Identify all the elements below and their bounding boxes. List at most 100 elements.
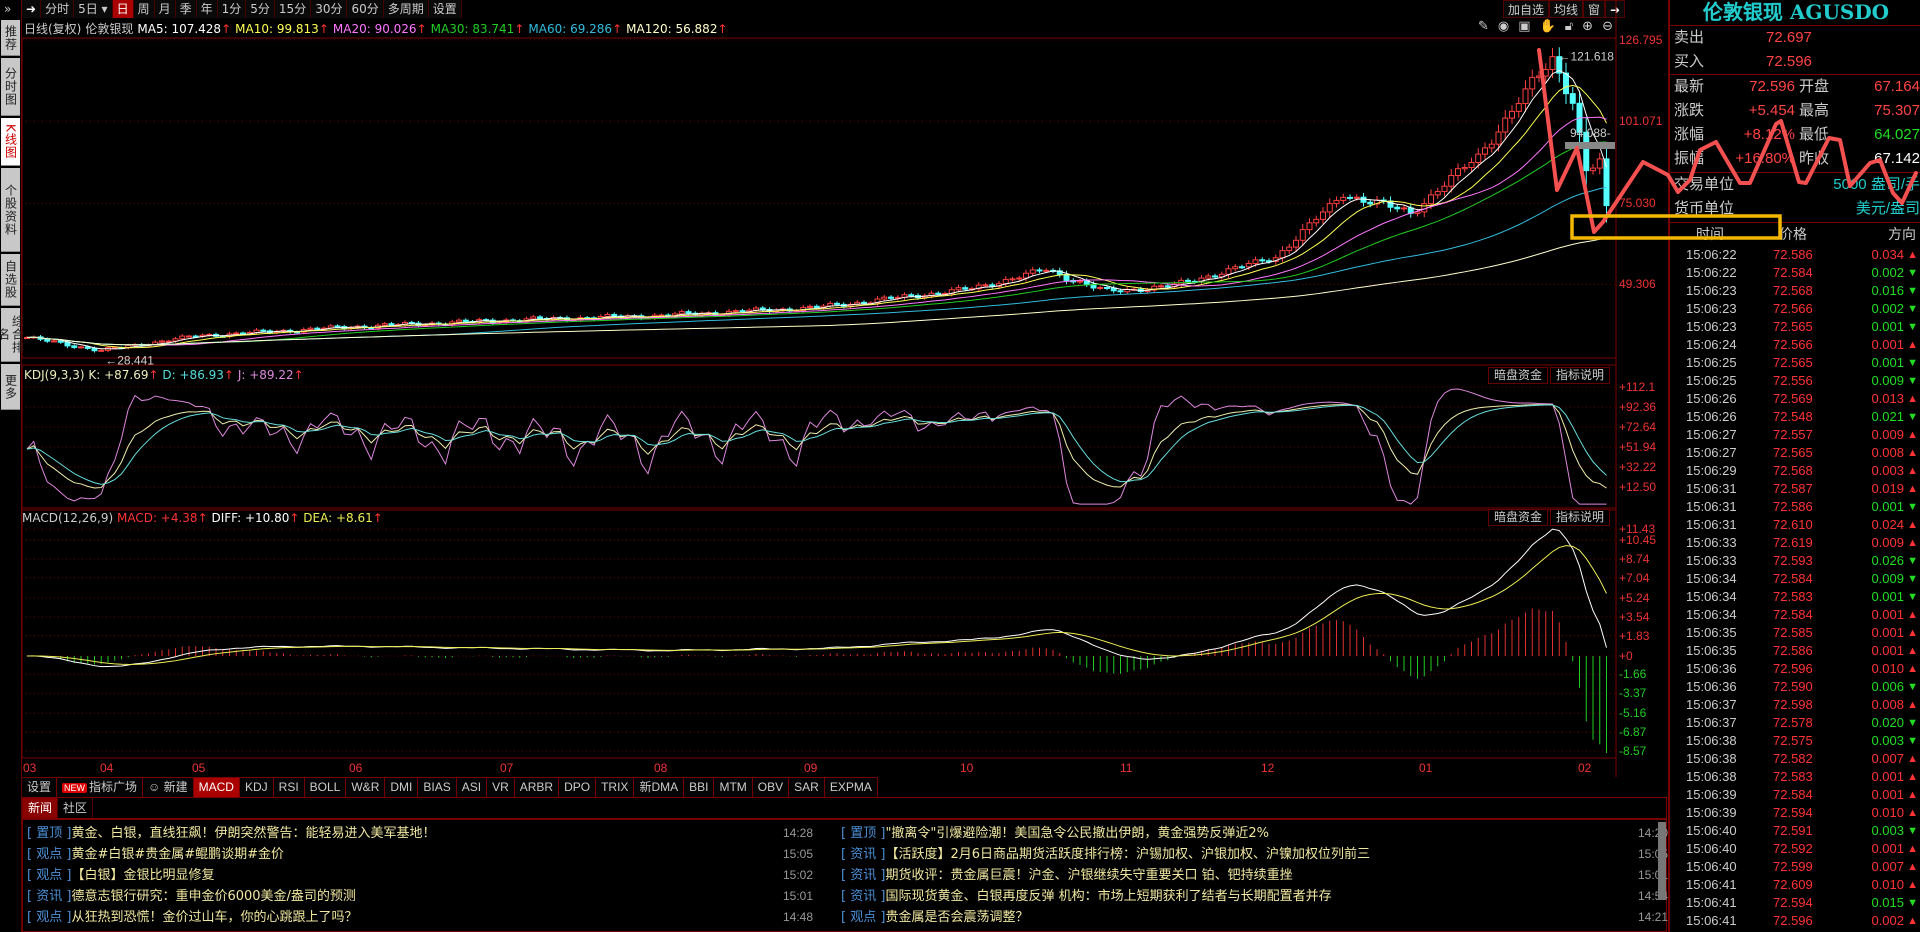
tick-volume: 0.001 [1871, 787, 1904, 802]
indicator-tab[interactable]: DMI [385, 778, 419, 797]
news-time: 14:21 [1638, 910, 1669, 924]
tick-time: 15:06:40 [1686, 859, 1737, 874]
indicator-tab[interactable]: DPO [559, 778, 597, 797]
tick-time: 15:06:25 [1686, 373, 1737, 388]
indicator-tab[interactable]: 新DMA [634, 778, 685, 797]
tick-price: 72.568 [1773, 283, 1813, 298]
tick-row: 15:06:25 72.556 0.009 ▼ [1672, 372, 1920, 390]
indicator-explain-button-macd[interactable]: 指标说明 [1550, 509, 1611, 526]
indicator-tab[interactable]: MTM [714, 778, 753, 797]
tick-time: 15:06:34 [1686, 589, 1737, 604]
dark-money-button-macd[interactable]: 暗盘资金 [1488, 509, 1549, 526]
indicator-tab[interactable]: BBI [684, 778, 715, 797]
tick-time: 15:06:36 [1686, 679, 1737, 694]
indicator-square-label: 指标广场 [89, 780, 138, 794]
candle-body [962, 287, 969, 290]
candle-body [1104, 286, 1110, 289]
indicator-tab[interactable]: RSI [273, 778, 305, 797]
month-label: 08 [654, 761, 668, 775]
candle-body [1434, 191, 1441, 196]
indicator-settings-tab[interactable]: 设置 [22, 778, 58, 797]
month-label: 06 [349, 761, 363, 775]
indicator-tab[interactable]: BOLL [304, 778, 347, 797]
tick-volume: 0.008 [1871, 445, 1904, 460]
news-item[interactable]: [ 资讯 ]德意志银行研究：重申金价6000美金/盎司的预测 [27, 887, 356, 907]
tick-price: 72.575 [1773, 733, 1813, 748]
macd-dea: DEA: +8.61 [303, 511, 373, 525]
tick-row: 15:06:40 72.599 0.007 ▲ [1672, 858, 1920, 876]
create-label: 新建 [163, 780, 188, 794]
tick-volume: 0.020 [1871, 715, 1904, 730]
news-item[interactable]: [ 资讯 ]【活跃度】2月6日商品期货活跃度排行榜：沪锡加权、沪银加权、沪镍加权… [841, 845, 1370, 865]
arrow-down-icon: ▼ [1907, 573, 1918, 585]
candle-body [1097, 286, 1104, 289]
candle-body [1185, 279, 1191, 282]
macd-axis-label: -3.37 [1619, 686, 1647, 701]
kdj-d: D: +86.93 [162, 368, 224, 382]
tab-community[interactable]: 社区 [58, 798, 94, 818]
kdj-axis-label: +32.22 [1619, 460, 1657, 474]
indicator-square-tab[interactable]: NEW 指标广场 [57, 778, 144, 797]
indicator-tab[interactable]: VR [487, 778, 515, 797]
indicator-tab[interactable]: ASI [456, 778, 488, 797]
tick-time: 15:06:36 [1686, 661, 1737, 676]
kdj-axis-label: +92.36 [1619, 400, 1657, 414]
candle-body [611, 313, 618, 317]
news-item[interactable]: [ 置顶 ]"撤离令"引爆避险潮！美国急令公民撤出伊朗，黄金强势反弹近2% [841, 824, 1269, 844]
news-item[interactable]: [ 观点 ]黄金#白银#贵金属#鲲鹏谈期#金价 [27, 845, 284, 865]
news-item[interactable]: [ 资讯 ]国际现货黄金、白银再度反弹 机构：市场上短期获利了结者与长期配置者并… [841, 887, 1332, 907]
indicator-tab[interactable]: MACD [193, 778, 240, 797]
indicator-tab[interactable]: KDJ [239, 778, 274, 797]
news-list: [ 置顶 ]黄金、白银，直线狂飙！伊朗突然警告：能轻易进入美军基地！ 14:28 [… [22, 819, 1669, 932]
news-item[interactable]: [ 观点 ]【白银】金银比明显修复 [27, 866, 214, 886]
candle-body [1529, 76, 1536, 90]
news-title: "撤离令"引爆避险潮！美国急令公民撤出伊朗，黄金强势反弹近2% [885, 826, 1270, 841]
tick-price: 72.582 [1773, 751, 1813, 766]
tick-price: 72.619 [1773, 535, 1813, 550]
candle-body [1279, 250, 1286, 259]
indicator-tab[interactable]: SAR [789, 778, 825, 797]
candle-body [834, 302, 840, 305]
macd-axis-label: +3.54 [1619, 609, 1650, 624]
news-item[interactable]: [ 观点 ]从狂热到恐慌！金价过山车，你的心跳跟上了吗？ [27, 908, 357, 928]
create-indicator-tab[interactable]: ☺ 新建 [143, 778, 194, 797]
tick-volume: 0.010 [1871, 661, 1904, 676]
candle-body [1252, 259, 1259, 264]
candle-body [240, 332, 246, 335]
tick-volume: 0.002 [1871, 301, 1904, 316]
candle-body [334, 325, 341, 328]
indicator-tab[interactable]: TRIX [596, 778, 635, 797]
candle-body [537, 316, 543, 319]
arrow-down-icon: ▼ [1907, 825, 1918, 837]
kline-chart[interactable]: ←121.618 ←28.441 94.088- [0, 0, 1668, 777]
tick-price: 72.578 [1773, 715, 1813, 730]
candle-body [1205, 275, 1212, 279]
indicator-tab[interactable]: EXPMA [824, 778, 878, 797]
quote-title: 伦敦银现 AGUSDO [1702, 0, 1890, 24]
news-tag: 资讯 [36, 889, 63, 904]
month-label: 10 [960, 761, 974, 775]
tick-time: 15:06:22 [1686, 265, 1737, 280]
news-item[interactable]: [ 观点 ]贵金属是否会震荡调整？ [841, 908, 1028, 928]
candle-body [1239, 266, 1245, 269]
candle-body [1563, 72, 1569, 95]
news-scrollbar[interactable] [1658, 822, 1666, 900]
indicator-tab[interactable]: W&R [346, 778, 386, 797]
tick-volume: 0.003 [1871, 733, 1904, 748]
indicator-explain-button[interactable]: 指标说明 [1550, 367, 1611, 384]
candle-body [1421, 203, 1428, 213]
indicator-tab[interactable]: BIAS [418, 778, 457, 797]
tick-row: 15:06:40 72.591 0.003 ▼ [1672, 822, 1920, 840]
dark-money-button[interactable]: 暗盘资金 [1488, 367, 1549, 384]
candle-body [71, 345, 78, 348]
news-item[interactable]: [ 资讯 ]期货收评：贵金属巨震！沪金、沪银继续失守重要关口 铂、钯持续重挫 [841, 866, 1293, 886]
tick-price: 72.598 [1773, 697, 1813, 712]
tab-news[interactable]: 新闻 [23, 798, 59, 818]
arrow-up-icon: ▲ [1907, 807, 1918, 819]
arrow-down-icon: ▼ [1907, 321, 1918, 333]
candle-body [179, 335, 186, 340]
indicator-tab[interactable]: OBV [752, 778, 790, 797]
tick-time: 15:06:23 [1686, 301, 1737, 316]
news-item[interactable]: [ 置顶 ]黄金、白银，直线狂飙！伊朗突然警告：能轻易进入美军基地！ [27, 824, 435, 844]
indicator-tab[interactable]: ARBR [514, 778, 560, 797]
